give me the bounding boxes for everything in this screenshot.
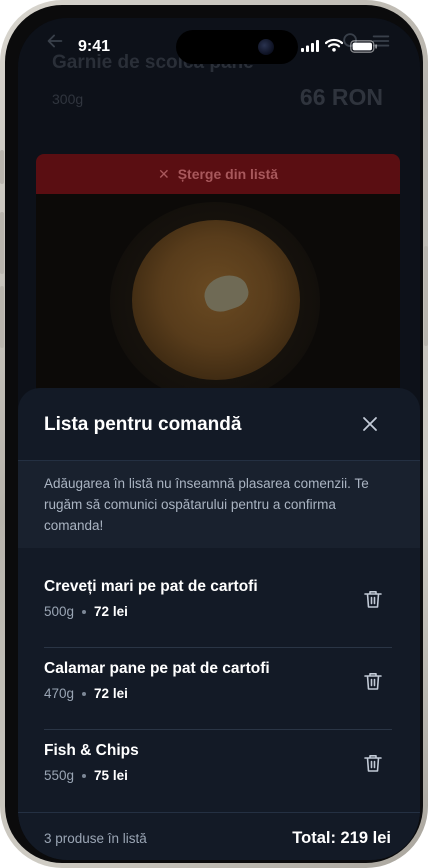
battery-icon (350, 40, 377, 53)
close-icon[interactable] (358, 412, 382, 436)
list-item: Calamar pane pe pat de cartofi 470g 72 l… (18, 648, 420, 730)
sheet-footer: 3 produse în listă Total: 219 lei (18, 812, 420, 860)
item-meta: 500g 72 lei (44, 604, 128, 619)
item-name: Calamar pane pe pat de cartofi (44, 660, 270, 677)
item-weight: 470g (44, 686, 75, 701)
item-weight: 550g (44, 768, 75, 783)
power-button (424, 246, 428, 346)
bezel: Garnie de scoica pane 300g 66 RON ✕ Șter… (5, 5, 423, 863)
background-product-price: 66 RON (299, 84, 383, 110)
cellular-signal-icon (301, 40, 319, 52)
item-name: Fish & Chips (44, 742, 139, 759)
volume-up-button (0, 212, 4, 274)
list-item: Creveți mari pe pat de cartofi 500g 72 l… (18, 566, 420, 648)
item-name: Creveți mari pe pat de cartofi (44, 578, 258, 595)
order-notice: Adăugarea în listă nu înseamnă plasarea … (18, 461, 420, 548)
separator-dot (82, 691, 87, 696)
action-button (0, 150, 4, 184)
item-price: 72 lei (94, 686, 128, 701)
food-photo (36, 194, 400, 414)
status-bar: 9:41 (18, 18, 420, 64)
volume-down-button (0, 286, 4, 348)
separator-dot (82, 773, 87, 778)
x-icon: ✕ (157, 165, 170, 182)
separator-dot (82, 609, 87, 614)
remove-from-list-button: ✕ Șterge din listă (36, 154, 400, 194)
list-item: Fish & Chips 550g 75 lei (18, 730, 420, 812)
item-price: 75 lei (94, 768, 128, 783)
status-time: 9:41 (78, 38, 111, 55)
item-price: 72 lei (94, 604, 128, 619)
screen: Garnie de scoica pane 300g 66 RON ✕ Șter… (18, 18, 420, 860)
item-weight: 500g (44, 604, 75, 619)
trash-icon[interactable] (361, 751, 385, 775)
wifi-icon (325, 38, 343, 52)
remove-from-list-label: Șterge din listă (177, 166, 279, 182)
background-product-weight: 300g (52, 91, 84, 107)
order-items-list: Creveți mari pe pat de cartofi 500g 72 l… (18, 566, 420, 812)
item-meta: 550g 75 lei (44, 768, 128, 783)
trash-icon[interactable] (361, 587, 385, 611)
trash-icon[interactable] (361, 669, 385, 693)
order-list-sheet: Lista pentru comandă Adăugarea în listă … (18, 388, 420, 860)
item-meta: 470g 72 lei (44, 686, 128, 701)
sheet-header: Lista pentru comandă (18, 388, 420, 461)
item-count: 3 produse în listă (44, 831, 147, 846)
sheet-title: Lista pentru comandă (44, 414, 242, 435)
phone-frame: Garnie de scoica pane 300g 66 RON ✕ Șter… (0, 0, 428, 868)
order-total: Total: 219 lei (292, 829, 391, 847)
